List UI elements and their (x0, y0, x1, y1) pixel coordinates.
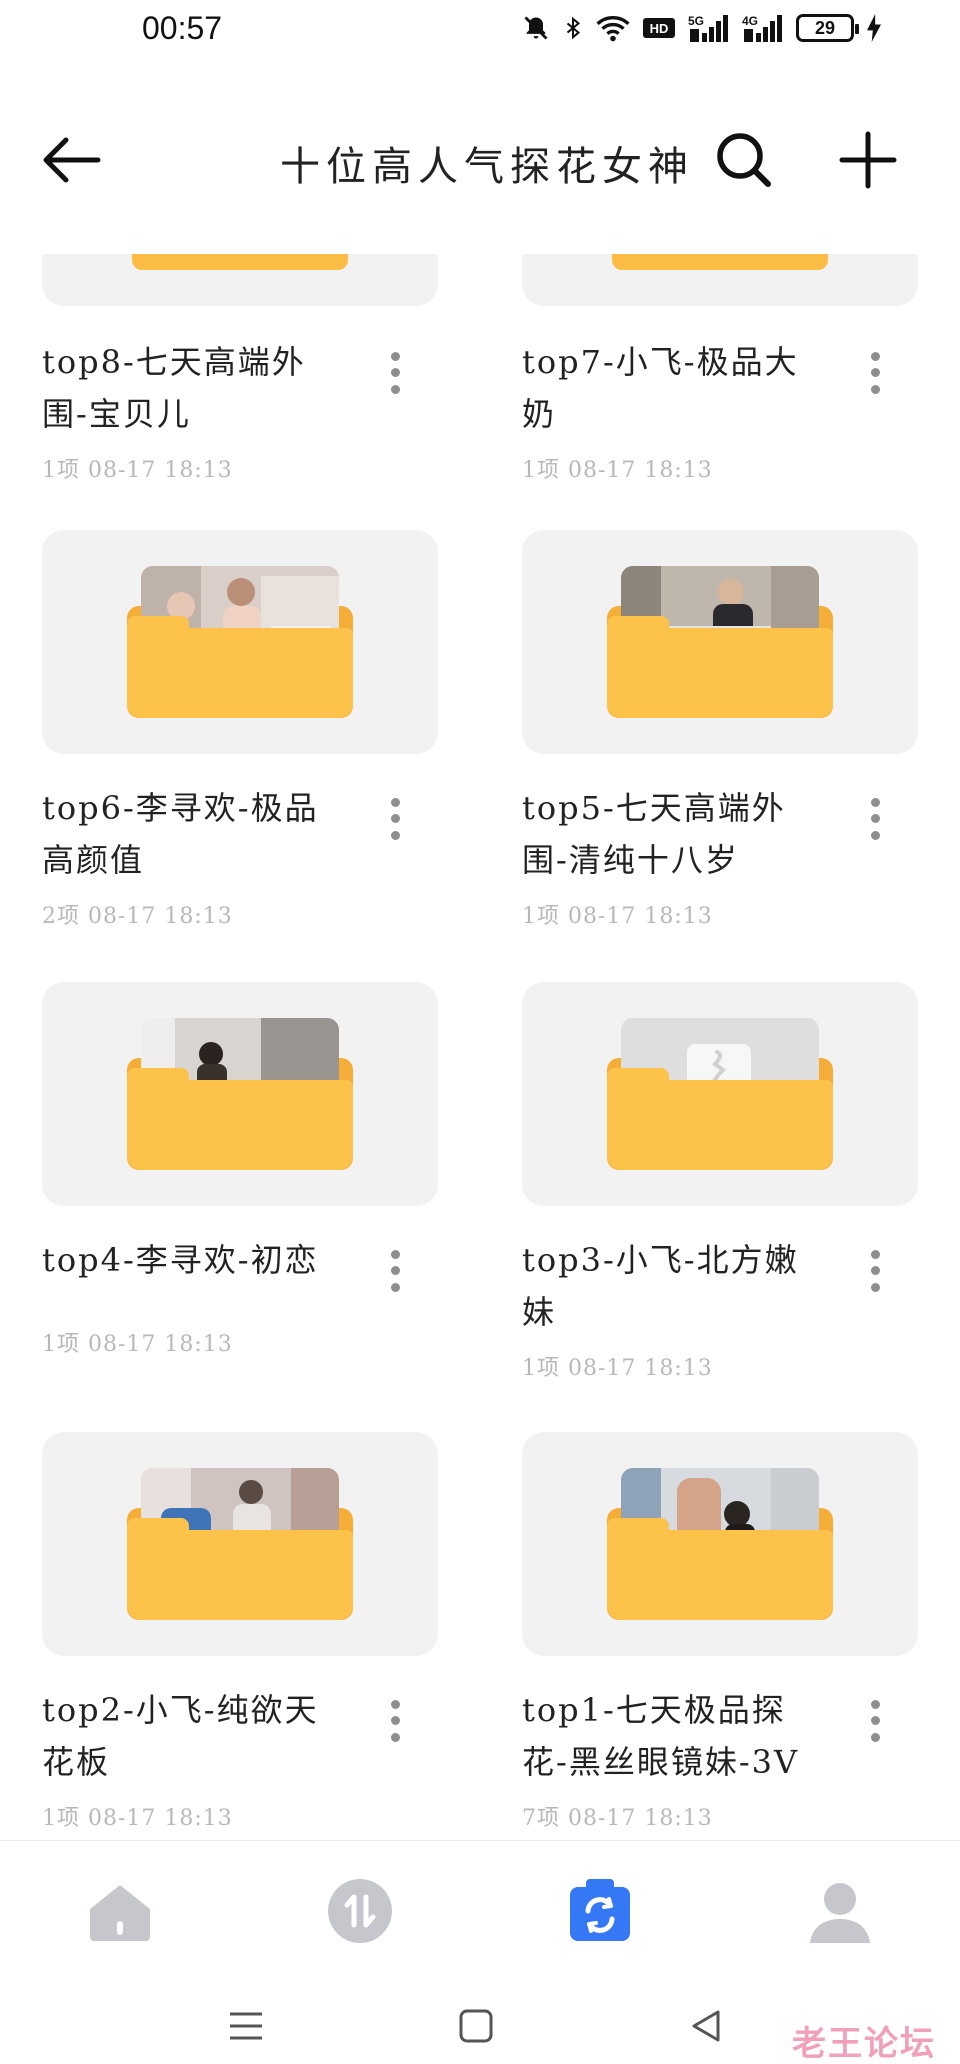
folder-meta: 1项 08-17 18:13 (42, 1806, 233, 1831)
dot-icon (390, 814, 400, 824)
dot-icon (870, 385, 880, 395)
dot-icon (390, 385, 400, 395)
dot-icon (870, 814, 880, 824)
watermark: 老王论坛 (792, 2024, 936, 2064)
dot-icon (390, 368, 400, 378)
dot-icon (390, 797, 400, 807)
folder-name: top5-七天高端外围-清纯十八岁 (522, 789, 786, 879)
dot-icon (870, 351, 880, 361)
folder-thumbnail[interactable] (42, 530, 438, 754)
dot-icon (870, 1283, 880, 1293)
home-icon (90, 1885, 150, 1941)
folder-name: top2-小飞-纯欲天花板 (42, 1691, 319, 1781)
dot-icon (870, 1249, 880, 1259)
triangle-back-icon (692, 2010, 720, 2042)
more-options-button[interactable] (862, 1696, 888, 1746)
folder-name: top6-李寻欢-极品高颜值 (42, 789, 319, 879)
folder-thumbnail[interactable] (42, 1432, 438, 1656)
folder-icon (127, 1018, 353, 1170)
folder-name: top7-小飞-极品大奶 (522, 343, 799, 433)
dot-icon (390, 1699, 400, 1709)
folder-name: top8-七天高端外围-宝贝儿 (42, 343, 306, 433)
dot-icon (390, 1716, 400, 1726)
folder-meta: 2项 08-17 18:13 (42, 904, 233, 929)
folder-meta: 1项 08-17 18:13 (522, 458, 713, 483)
folder-icon (607, 1018, 833, 1170)
folder-meta: 1项 08-17 18:13 (522, 904, 713, 929)
files-icon (570, 1879, 630, 1941)
dot-icon (870, 797, 880, 807)
menu-icon (230, 2012, 262, 2040)
dot-icon (390, 1266, 400, 1276)
dot-icon (390, 1249, 400, 1259)
folder-thumbnail[interactable] (522, 254, 918, 306)
more-options-button[interactable] (382, 1246, 408, 1296)
back-nav-button[interactable] (686, 2006, 726, 2046)
folder-icon (127, 566, 353, 718)
transfer-icon (328, 1879, 392, 1943)
folder-meta: 1项 08-17 18:13 (42, 1332, 233, 1357)
folder-meta: 1项 08-17 18:13 (522, 1356, 713, 1381)
dot-icon (390, 1733, 400, 1743)
more-options-button[interactable] (382, 1696, 408, 1746)
folder-icon (607, 1468, 833, 1620)
dot-icon (390, 351, 400, 361)
more-options-button[interactable] (382, 794, 408, 844)
bottom-navigation (0, 1840, 960, 1980)
folder-thumbnail[interactable] (42, 254, 438, 306)
folder-thumbnail[interactable] (42, 982, 438, 1206)
square-icon (459, 2009, 493, 2043)
menu-button[interactable] (226, 2006, 266, 2046)
folder-icon (607, 566, 833, 718)
dot-icon (870, 368, 880, 378)
dot-icon (870, 1733, 880, 1743)
more-options-button[interactable] (862, 794, 888, 844)
folder-name: top4-李寻欢-初恋 (42, 1241, 319, 1279)
dot-icon (870, 1716, 880, 1726)
profile-icon (810, 1883, 870, 1943)
folder-name: top1-七天极品探花-黑丝眼镜妹-3V (522, 1691, 800, 1781)
folder-thumbnail[interactable] (522, 530, 918, 754)
folder-meta: 7项 08-17 18:13 (522, 1806, 713, 1831)
nav-profile[interactable] (804, 1875, 876, 1947)
nav-home[interactable] (84, 1875, 156, 1947)
more-options-button[interactable] (382, 348, 408, 398)
folder-thumbnail[interactable] (522, 982, 918, 1206)
more-options-button[interactable] (862, 348, 888, 398)
more-options-button[interactable] (862, 1246, 888, 1296)
folder-grid: top8-七天高端外围-宝贝儿 1项 08-17 18:13 top7-小飞-极… (0, 0, 960, 2064)
folder-icon (127, 1468, 353, 1620)
nav-files[interactable] (564, 1875, 636, 1947)
nav-transfer[interactable] (324, 1875, 396, 1947)
folder-meta: 1项 08-17 18:13 (42, 458, 233, 483)
folder-thumbnail[interactable] (522, 1432, 918, 1656)
home-button[interactable] (456, 2006, 496, 2046)
folder-name: top3-小飞-北方嫩妹 (522, 1241, 799, 1331)
folder-icon (132, 254, 348, 270)
dot-icon (390, 1283, 400, 1293)
dot-icon (870, 1266, 880, 1276)
folder-icon (612, 254, 828, 270)
dot-icon (390, 831, 400, 841)
dot-icon (870, 831, 880, 841)
dot-icon (870, 1699, 880, 1709)
